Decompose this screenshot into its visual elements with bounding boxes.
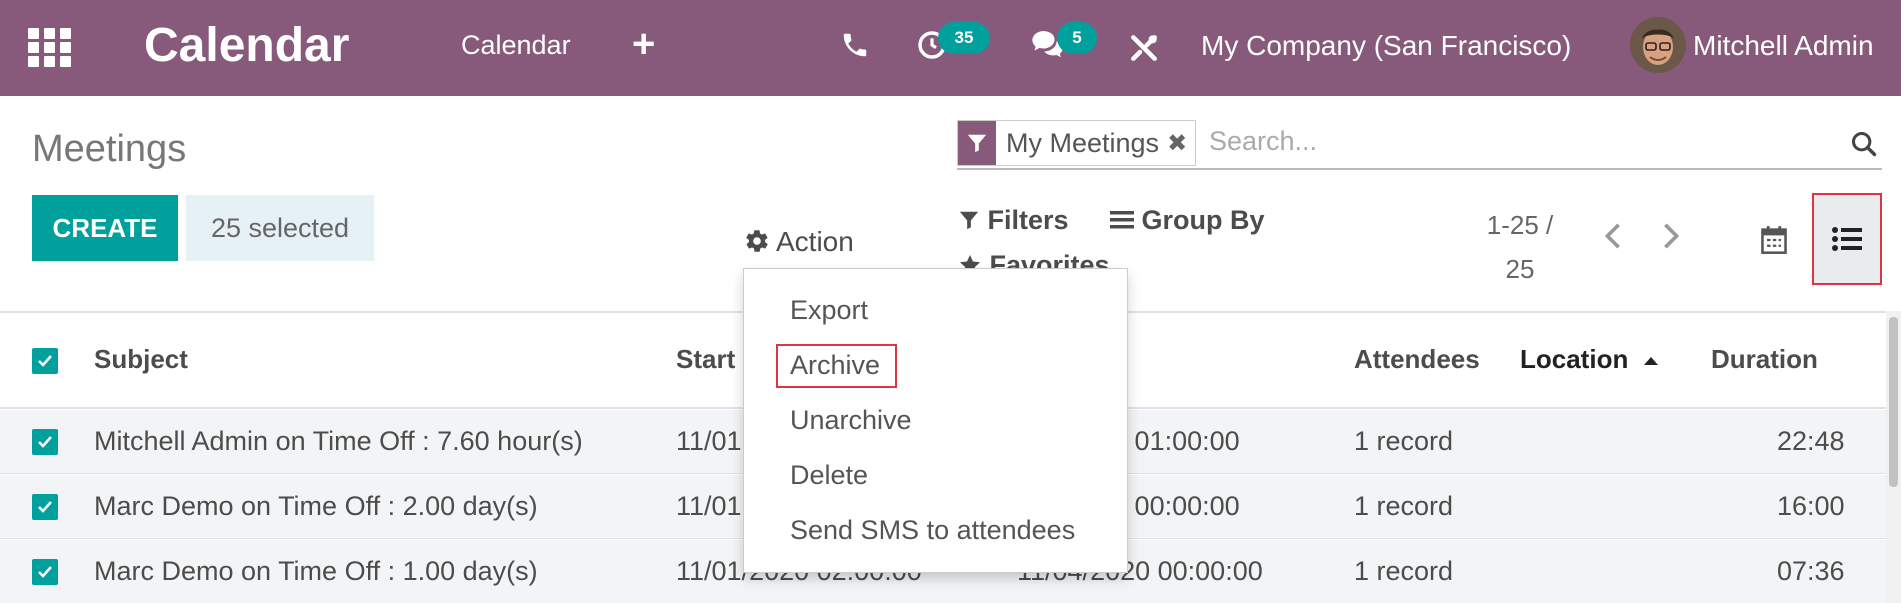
cell-duration: 16:00 [1777, 491, 1845, 521]
menu-item-send-sms[interactable]: Send SMS to attendees [790, 515, 1075, 546]
column-subject[interactable]: Subject [94, 344, 188, 375]
user-avatar[interactable] [1630, 17, 1686, 73]
bars-icon [1110, 211, 1134, 229]
scrollbar-thumb[interactable] [1889, 317, 1898, 487]
filters-toggle[interactable]: Filters [958, 205, 1069, 236]
check-icon [38, 501, 52, 513]
cell-duration: 07:36 [1777, 556, 1845, 586]
funnel-icon [959, 211, 979, 230]
action-dropdown-menu: Export Archive Unarchive Delete Send SMS… [743, 268, 1128, 573]
menu-item-unarchive[interactable]: Unarchive [790, 405, 912, 436]
list-view-button[interactable] [1812, 193, 1882, 285]
groupby-toggle[interactable]: Group By [1110, 205, 1265, 236]
row-checkbox[interactable] [32, 494, 58, 520]
search-icon[interactable] [1850, 130, 1878, 163]
quick-create-button[interactable]: + [632, 24, 655, 64]
column-location[interactable]: Location [1520, 344, 1660, 375]
column-start[interactable]: Start [676, 344, 735, 375]
groupby-label: Group By [1141, 205, 1265, 235]
vertical-scrollbar[interactable] [1886, 311, 1901, 603]
row-checkbox[interactable] [32, 559, 58, 585]
apps-grid-icon[interactable] [28, 28, 72, 68]
column-location-label: Location [1520, 344, 1629, 374]
create-button[interactable]: CREATE [32, 195, 178, 261]
search-input[interactable] [1209, 126, 1769, 157]
tools-icon[interactable] [1128, 32, 1160, 69]
cell-subject: Mitchell Admin on Time Off : 7.60 hour(s… [94, 426, 583, 456]
pager-total: 25 [1505, 254, 1535, 284]
cell-attendees: 1 record [1354, 491, 1454, 521]
cell-start: 11/01 [676, 491, 742, 521]
app-brand[interactable]: Calendar [144, 18, 349, 73]
menu-item-delete[interactable]: Delete [790, 460, 868, 491]
action-dropdown-toggle[interactable]: Action [744, 226, 854, 258]
gear-icon [746, 230, 768, 252]
activity-count-badge: 35 [938, 22, 990, 54]
messages-count-badge: 5 [1057, 22, 1097, 54]
search-bar: My Meetings ✖ [957, 120, 1882, 170]
calendar-view-icon[interactable] [1760, 225, 1788, 260]
cell-duration: 22:48 [1777, 426, 1845, 456]
user-menu[interactable]: Mitchell Admin [1693, 30, 1874, 62]
row-checkbox[interactable] [32, 429, 58, 455]
menu-calendar[interactable]: Calendar [461, 30, 571, 61]
chevron-right-icon[interactable] [1660, 222, 1682, 255]
company-switcher[interactable]: My Company (San Francisco) [1201, 30, 1571, 62]
search-facet: My Meetings ✖ [957, 120, 1197, 166]
column-attendees[interactable]: Attendees [1354, 344, 1480, 375]
top-navbar: Calendar Calendar + 35 5 My Company (San… [0, 0, 1901, 96]
sort-ascending-icon [1643, 357, 1658, 365]
check-icon [38, 436, 52, 448]
select-all-checkbox[interactable] [32, 348, 58, 374]
menu-item-export[interactable]: Export [790, 295, 868, 326]
column-duration[interactable]: Duration [1711, 344, 1818, 375]
menu-item-archive[interactable]: Archive [790, 350, 880, 381]
cell-attendees: 1 record [1354, 426, 1454, 456]
check-icon [38, 566, 52, 578]
filters-label: Filters [987, 205, 1069, 235]
phone-icon[interactable] [840, 30, 870, 65]
cell-subject: Marc Demo on Time Off : 1.00 day(s) [94, 556, 538, 586]
cell-start: 11/01 [676, 426, 742, 456]
chevron-left-icon[interactable] [1602, 222, 1624, 255]
list-icon [1832, 227, 1862, 251]
facet-label: My Meetings [1006, 127, 1160, 158]
pager-range: 1-25 / [1486, 210, 1554, 240]
cell-subject: Marc Demo on Time Off : 2.00 day(s) [94, 491, 538, 521]
cell-attendees: 1 record [1354, 556, 1454, 586]
selected-count: 25 selected [186, 195, 374, 261]
pager-value[interactable]: 1-25 / 25 [1470, 203, 1570, 291]
facet-close-icon[interactable]: ✖ [1167, 129, 1195, 158]
filter-icon [958, 121, 996, 165]
action-label: Action [776, 226, 854, 257]
page-title: Meetings [32, 128, 187, 170]
check-icon [38, 355, 52, 367]
